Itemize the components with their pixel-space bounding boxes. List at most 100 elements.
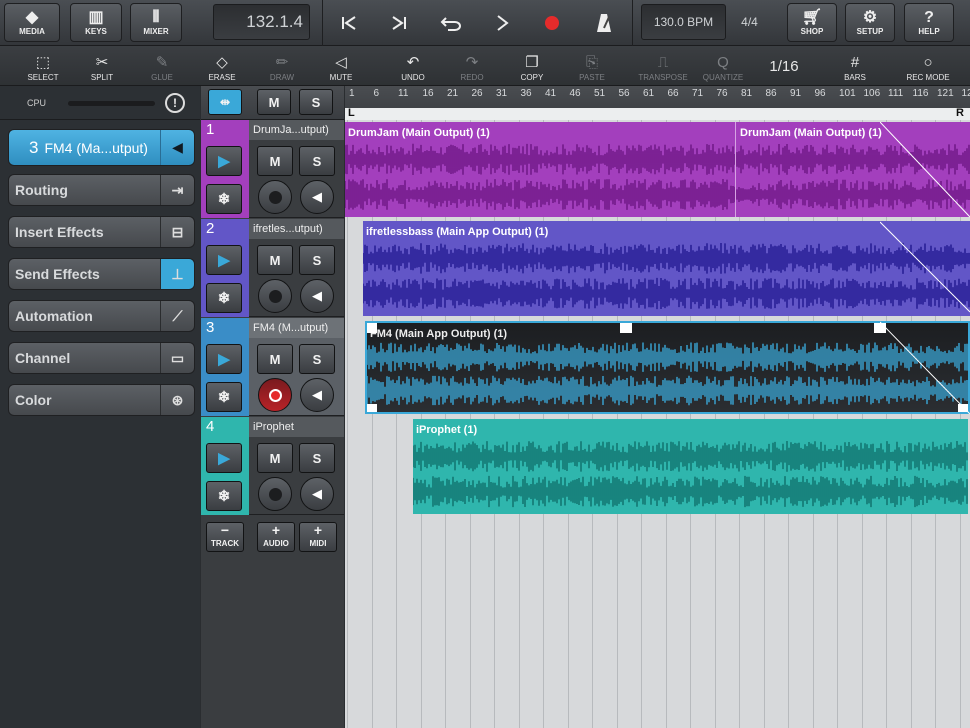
- info-icon[interactable]: !: [165, 93, 185, 113]
- ruler-tick: 121: [937, 88, 954, 99]
- clip-iprophet[interactable]: iProphet (1): [413, 419, 968, 514]
- mixer-button[interactable]: ⫴ MIXER: [130, 3, 182, 42]
- track-view-toggle[interactable]: ⇹: [208, 89, 242, 115]
- redo-button[interactable]: ↷ REDO: [443, 48, 501, 84]
- clip-handle[interactable]: [367, 323, 377, 333]
- media-icon: ◆: [25, 9, 39, 26]
- setup-button[interactable]: ⚙ SETUP: [845, 3, 895, 42]
- clip-handle[interactable]: [620, 323, 632, 333]
- record-arm-button[interactable]: [258, 378, 292, 412]
- play-button[interactable]: [479, 3, 527, 43]
- transpose-button[interactable]: ⎍ TRANSPOSE: [634, 48, 692, 84]
- play-track-button[interactable]: ▶: [206, 245, 242, 275]
- mute-button[interactable]: M: [257, 443, 293, 473]
- erase-tool-button[interactable]: ◇ ERASE: [193, 48, 251, 84]
- insert-effects-button[interactable]: Insert Effects ⊟: [8, 216, 195, 248]
- copy-button[interactable]: ❐ COPY: [503, 48, 561, 84]
- color-button[interactable]: Color ⊛: [8, 384, 195, 416]
- left-locator[interactable]: L: [348, 107, 355, 119]
- record-button[interactable]: [529, 3, 575, 43]
- draw-tool-button[interactable]: ✏ DRAW: [253, 48, 311, 84]
- mute-button[interactable]: M: [257, 245, 293, 275]
- play-track-button[interactable]: ▶: [206, 146, 242, 176]
- ruler-tick: 86: [765, 88, 777, 99]
- quantize-button[interactable]: Q QUANTIZE: [694, 48, 752, 84]
- play-icon: ▶: [218, 450, 230, 467]
- inspector-track-selector[interactable]: 3 FM4 (Ma...utput) ◀: [8, 129, 195, 166]
- loop-button[interactable]: [427, 3, 475, 43]
- clip-handle[interactable]: [367, 404, 377, 412]
- remove-track-button[interactable]: − TRACK: [206, 522, 244, 552]
- routing-button[interactable]: Routing ⇥: [8, 174, 195, 206]
- solo-button[interactable]: S: [299, 344, 335, 374]
- play-icon: ▶: [218, 351, 230, 368]
- track-header-toolbar: ⇹ M S: [201, 86, 344, 120]
- monitor-button[interactable]: ❄: [206, 481, 242, 511]
- right-locator[interactable]: R: [956, 107, 964, 119]
- mute-button[interactable]: M: [257, 344, 293, 374]
- record-arm-icon: [268, 190, 282, 204]
- global-solo-button[interactable]: S: [299, 89, 333, 115]
- send-effects-button[interactable]: Send Effects ⊥: [8, 258, 195, 290]
- solo-button[interactable]: S: [299, 443, 335, 473]
- monitor-button[interactable]: ❄: [206, 382, 242, 412]
- tempo-display[interactable]: 130.0 BPM: [641, 4, 726, 40]
- select-tool-button[interactable]: ⬚ SELECT: [14, 48, 72, 84]
- paste-button[interactable]: ⎘ PASTE: [563, 48, 621, 84]
- track-header[interactable]: 4 iProphet ▶ ❄ M S ◀: [201, 417, 344, 515]
- waveform: [367, 335, 968, 409]
- help-button[interactable]: ? HELP: [904, 3, 954, 42]
- app-window: ◆ MEDIA ▥ KEYS ⫴ MIXER 132.1.4 130.0 BPM…: [0, 0, 970, 728]
- track-header-selected[interactable]: 3 FM4 (M...utput) ▶ ❄ M S ◀: [201, 318, 344, 416]
- track-header[interactable]: 2 ifretles...utput) ▶ ❄ M S ◀: [201, 219, 344, 317]
- add-midi-track-button[interactable]: + MIDI: [299, 522, 337, 552]
- skip-to-end-button[interactable]: [377, 3, 421, 43]
- mute-button[interactable]: M: [257, 146, 293, 176]
- glue-tool-button[interactable]: ✎ GLUE: [133, 48, 191, 84]
- keys-button[interactable]: ▥ KEYS: [70, 3, 122, 42]
- rewind-to-start-button[interactable]: [327, 3, 371, 43]
- quantize-value[interactable]: 1/16: [759, 58, 809, 75]
- track-header[interactable]: 1 DrumJa...utput) ▶ ❄ M S ◀: [201, 120, 344, 218]
- skip-back-icon: [342, 16, 356, 30]
- speaker-icon: ◁: [335, 54, 347, 71]
- monitor-button[interactable]: ❄: [206, 184, 242, 214]
- ruler-tick: 66: [667, 88, 679, 99]
- ruler-tick: 26: [471, 88, 483, 99]
- timeline-ruler[interactable]: L R 1 6 11 16 21 26 31 36 41 46 51 56 61 66 71 76 81 86 91…: [345, 86, 970, 120]
- speaker-button[interactable]: ◀: [300, 180, 334, 214]
- metronome-button[interactable]: [581, 3, 627, 43]
- automation-button[interactable]: Automation ⟋: [8, 300, 195, 332]
- add-audio-track-button[interactable]: + AUDIO: [257, 522, 295, 552]
- shop-button[interactable]: 🛒︎ SHOP: [787, 3, 837, 42]
- clip-drumjam[interactable]: DrumJam (Main Output) (1) DrumJam (Main …: [345, 122, 970, 217]
- monitor-button[interactable]: ❄: [206, 283, 242, 313]
- play-track-button[interactable]: ▶: [206, 344, 242, 374]
- clip-ifretlessbass[interactable]: ifretlessbass (Main App Output) (1): [363, 221, 970, 316]
- record-arm-button[interactable]: [258, 477, 292, 511]
- play-track-button[interactable]: ▶: [206, 443, 242, 473]
- time-signature[interactable]: 4/4: [731, 4, 768, 40]
- solo-button[interactable]: S: [299, 146, 335, 176]
- split-tool-button[interactable]: ✂ SPLIT: [73, 48, 131, 84]
- speaker-button[interactable]: ◀: [300, 378, 334, 412]
- send-effects-icon: ⊥: [160, 259, 194, 289]
- rec-mode-button[interactable]: ○ REC MODE: [899, 48, 957, 84]
- ruler-tick: 71: [692, 88, 704, 99]
- inspector-panel: CPU ! 3 FM4 (Ma...utput) ◀ Routing ⇥ Ins…: [0, 86, 200, 728]
- speaker-button[interactable]: ◀: [300, 477, 334, 511]
- media-button[interactable]: ◆ MEDIA: [4, 3, 60, 42]
- bars-button[interactable]: # BARS: [826, 48, 884, 84]
- mute-tool-button[interactable]: ◁ MUTE: [312, 48, 370, 84]
- record-arm-button[interactable]: [258, 279, 292, 313]
- locator-bar[interactable]: [345, 108, 970, 120]
- position-display[interactable]: 132.1.4: [213, 4, 310, 40]
- speaker-button[interactable]: ◀: [300, 279, 334, 313]
- global-mute-button[interactable]: M: [257, 89, 291, 115]
- record-arm-button[interactable]: [258, 180, 292, 214]
- undo-button[interactable]: ↶ UNDO: [384, 48, 442, 84]
- solo-button[interactable]: S: [299, 245, 335, 275]
- collapse-arrow-icon[interactable]: ◀: [160, 130, 194, 165]
- arrange-view[interactable]: L R 1 6 11 16 21 26 31 36 41 46 51 56 61 66 71 76 81 86 91…: [345, 86, 970, 728]
- channel-button[interactable]: Channel ▭: [8, 342, 195, 374]
